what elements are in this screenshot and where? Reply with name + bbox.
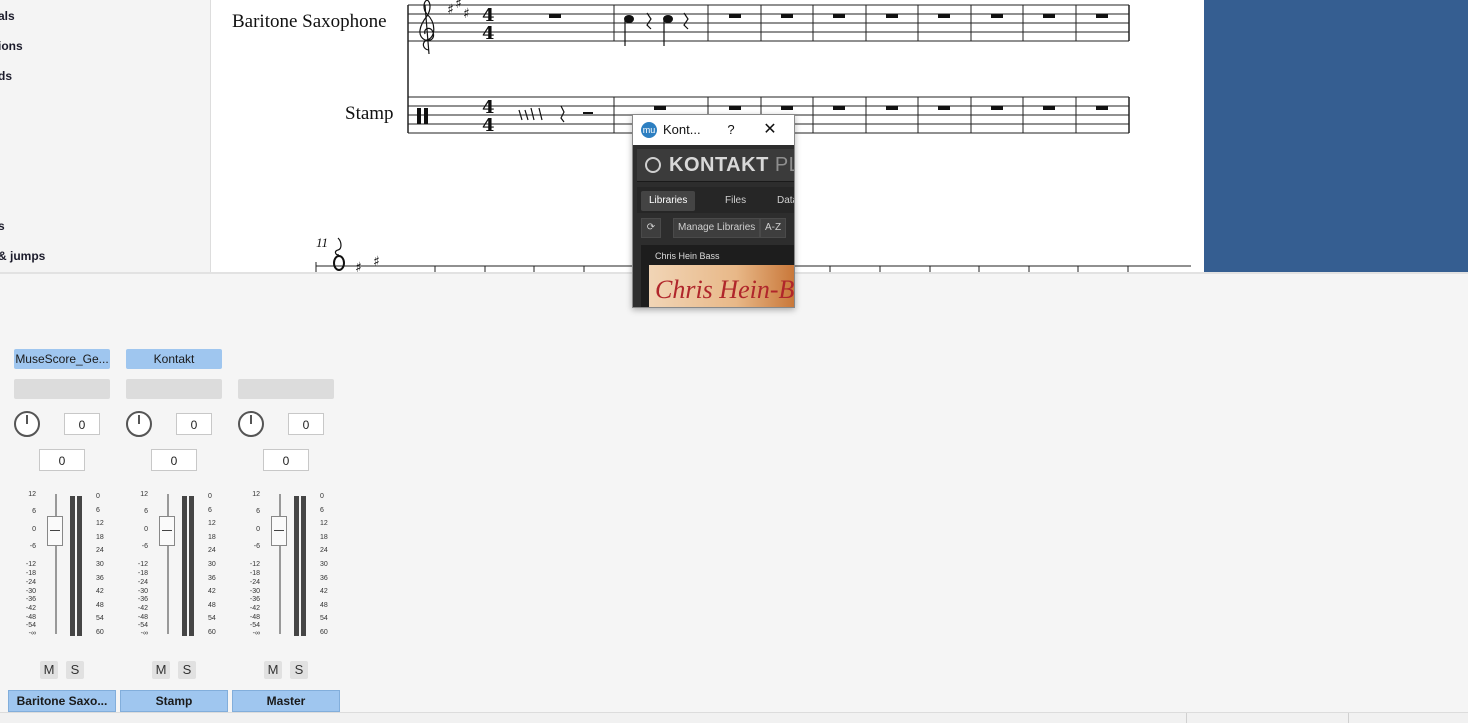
strip-output-label xyxy=(238,349,334,369)
svg-text:4: 4 xyxy=(482,115,495,136)
library-name: Chris Hein Bass xyxy=(655,251,720,261)
volume-input[interactable]: 0 xyxy=(39,449,85,471)
meter-scale: 0 6 12 18 24 30 36 42 48 54 60 xyxy=(208,493,216,636)
fader-track xyxy=(279,494,281,634)
brand-suffix: PL xyxy=(774,154,794,176)
strip-fx-slot[interactable] xyxy=(126,379,222,399)
level-meter-left xyxy=(70,496,75,636)
volume-input[interactable]: 0 xyxy=(263,449,309,471)
volume-fader[interactable] xyxy=(159,516,175,546)
fader-scale: 12 6 0 -6 -12 -18 -24 -30 -36 -42 -48 -54 -∞ xyxy=(137,491,148,637)
level-meter-right xyxy=(77,496,82,636)
kontakt-window[interactable]: mu Kont... ? ✕ KONTAKT PL Libraries File… xyxy=(632,114,795,308)
pan-input[interactable]: 0 xyxy=(64,413,100,435)
mixer-strip: 0 0 12 6 0 -6 -12 -18 -24 -30 -36 -42 -48 -54 -∞ 061… xyxy=(224,348,340,718)
pan-knob[interactable] xyxy=(238,411,264,437)
volume-input[interactable]: 0 xyxy=(151,449,197,471)
pan-input[interactable]: 0 xyxy=(288,413,324,435)
status-bar xyxy=(0,712,1468,723)
library-entry[interactable]: Chris Hein Bass Chris Hein-B xyxy=(641,245,794,307)
strip-name[interactable]: Master xyxy=(232,690,340,712)
svg-text:♯: ♯ xyxy=(463,6,470,22)
library-artwork[interactable]: Chris Hein-B xyxy=(649,265,794,307)
right-panel xyxy=(1204,0,1468,272)
strip-output-label[interactable]: Kontakt xyxy=(126,349,222,369)
mute-button[interactable]: M xyxy=(264,661,282,679)
musescore-logo-icon: mu xyxy=(641,122,657,138)
kontakt-toolbar: ⟳ Manage Libraries A-Z xyxy=(637,216,794,240)
palette-item[interactable]: ds xyxy=(0,69,12,83)
level-meter-left xyxy=(182,496,187,636)
refresh-icon[interactable]: ⟳ xyxy=(641,218,661,238)
pan-knob[interactable] xyxy=(126,411,152,437)
mixer-strip: Kontakt 0 0 12 6 0 -6 -12 -18 -24 -30 -36 -42 -48-… xyxy=(112,348,228,718)
kontakt-brand: KONTAKT PL xyxy=(669,154,794,177)
solo-button[interactable]: S xyxy=(290,661,308,679)
mixer-strip: MuseScore_Ge... 0 0 12 6 0 -6 -12 -18 -24 -30 -3… xyxy=(0,348,116,718)
level-meter-left xyxy=(294,496,299,636)
strip-name[interactable]: Baritone Saxo... xyxy=(8,690,116,712)
svg-text:♯: ♯ xyxy=(373,254,380,270)
palette-item[interactable]: s xyxy=(0,219,5,233)
meter-scale: 0 6 12 18 24 30 36 42 48 54 60 xyxy=(96,493,104,636)
svg-text:♯: ♯ xyxy=(455,0,462,12)
kontakt-body: KONTAKT PL Libraries Files Data ⟳ Manage… xyxy=(633,145,794,307)
strip-output-label[interactable]: MuseScore_Ge... xyxy=(14,349,110,369)
svg-text:4: 4 xyxy=(482,23,495,44)
solo-button[interactable]: S xyxy=(66,661,84,679)
strip-fx-slot[interactable] xyxy=(238,379,334,399)
volume-fader[interactable] xyxy=(47,516,63,546)
palette-item[interactable]: & jumps xyxy=(0,249,45,263)
palette-item[interactable]: als xyxy=(0,9,15,23)
kontakt-header: KONTAKT PL xyxy=(637,149,794,182)
tab-libraries[interactable]: Libraries xyxy=(641,191,696,211)
palette-item[interactable]: ions xyxy=(0,39,23,53)
kontakt-tabs: Libraries Files Data xyxy=(637,187,794,213)
level-meter-right xyxy=(301,496,306,636)
close-button[interactable]: ✕ xyxy=(759,120,781,140)
meter-scale: 0 6 12 18 24 30 36 42 48 54 60 xyxy=(320,493,328,636)
tab-files[interactable]: Files xyxy=(717,191,754,211)
brand-text: KONTAKT xyxy=(669,154,769,176)
strip-name[interactable]: Stamp xyxy=(120,690,228,712)
svg-text:♯: ♯ xyxy=(447,2,454,18)
ni-logo-icon xyxy=(645,157,661,173)
solo-button[interactable]: S xyxy=(178,661,196,679)
level-meter-right xyxy=(189,496,194,636)
library-artwork-text: Chris Hein-B xyxy=(655,275,794,304)
kontakt-titlebar[interactable]: mu Kont... ? ✕ xyxy=(633,115,794,145)
fader-scale: 12 6 0 -6 -12 -18 -24 -30 -36 -42 -48 -54 -∞ xyxy=(25,491,36,637)
svg-text:♯: ♯ xyxy=(355,260,362,272)
strip-fx-slot[interactable] xyxy=(14,379,110,399)
sort-az-button[interactable]: A-Z xyxy=(760,218,787,238)
fader-track xyxy=(167,494,169,634)
manage-libraries-button[interactable]: Manage Libraries xyxy=(673,218,761,238)
pan-knob[interactable] xyxy=(14,411,40,437)
tab-database[interactable]: Data xyxy=(769,191,794,211)
fader-track xyxy=(55,494,57,634)
window-title: Kont... xyxy=(663,122,701,137)
pan-input[interactable]: 0 xyxy=(176,413,212,435)
fader-scale: 12 6 0 -6 -12 -18 -24 -30 -36 -42 -48 -54 -∞ xyxy=(249,491,260,637)
mute-button[interactable]: M xyxy=(152,661,170,679)
mute-button[interactable]: M xyxy=(40,661,58,679)
palette-panel: als ions ds s & jumps xyxy=(0,0,211,272)
help-button[interactable]: ? xyxy=(721,120,741,140)
volume-fader[interactable] xyxy=(271,516,287,546)
